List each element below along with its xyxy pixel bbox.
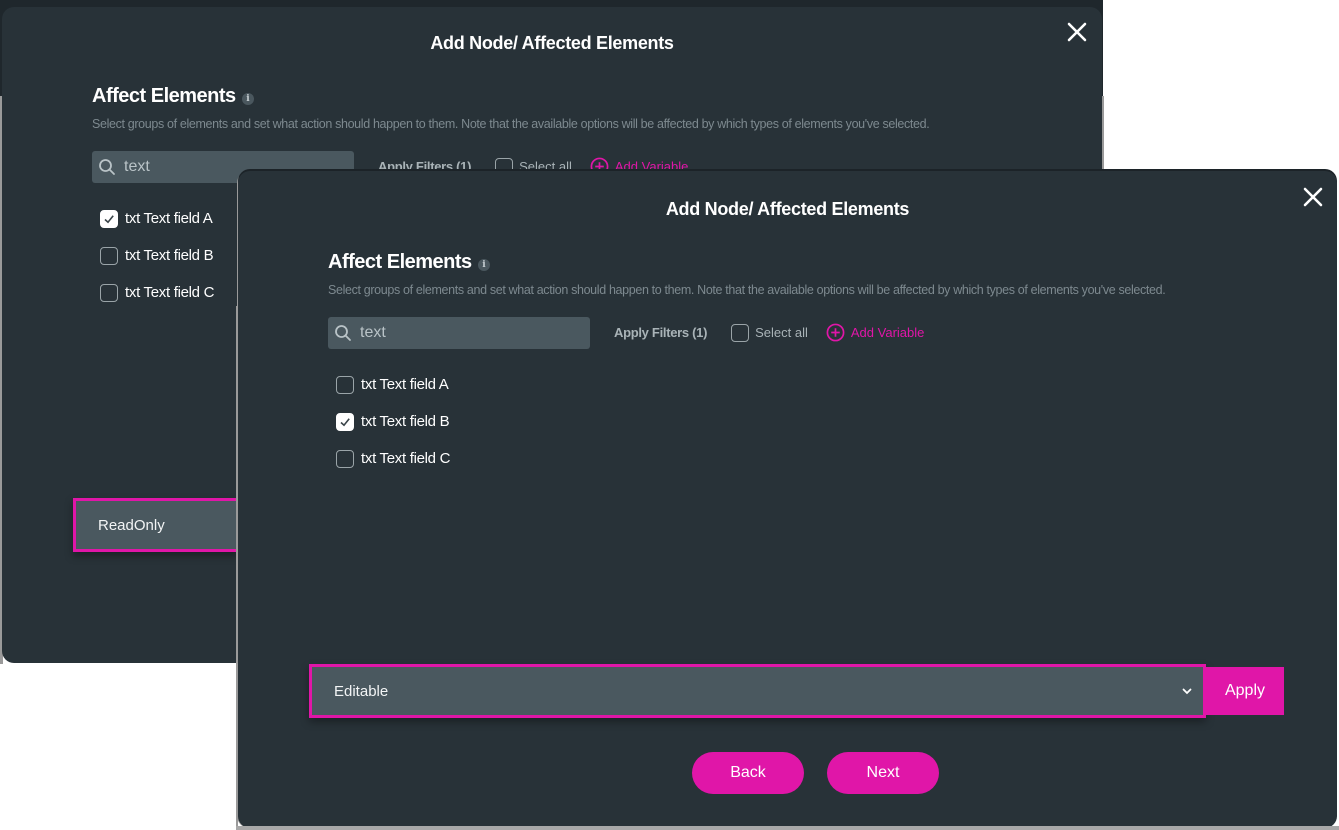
list-item-label: txt Text field A [361, 376, 449, 393]
section-title-text: Affect Elements [328, 251, 472, 273]
action-select[interactable]: Editable [309, 664, 1206, 718]
screen: Add Node/ Affected Elements Affect Eleme… [0, 0, 1339, 830]
element-list: txt Text field A txt Text field B txt Te… [336, 366, 450, 477]
checkbox[interactable] [731, 323, 750, 342]
close-icon [1303, 187, 1323, 207]
action-select[interactable]: ReadOnly [73, 498, 239, 552]
close-button[interactable] [1302, 186, 1324, 208]
check-icon [104, 214, 114, 223]
next-button[interactable]: Next [827, 752, 939, 794]
back-button[interactable]: Back [692, 752, 804, 794]
chevron-down-icon [1182, 688, 1192, 695]
add-variable-label: Add Variable [850, 325, 925, 340]
apply-filters-button[interactable]: Apply Filters (1) [614, 325, 707, 340]
list-item-label: txt Text field A [125, 210, 213, 227]
dialog-title: Add Node/ Affected Elements [430, 33, 674, 53]
search-field[interactable] [328, 317, 590, 349]
action-select-value: ReadOnly [98, 516, 165, 534]
checkbox[interactable] [100, 283, 118, 302]
close-button[interactable] [1066, 21, 1088, 43]
check-icon [340, 417, 350, 426]
action-select-value: Editable [334, 682, 389, 700]
plus-circle-icon [826, 323, 845, 342]
checkbox-checked[interactable] [336, 412, 354, 431]
section-description: Select groups of elements and set what a… [92, 117, 930, 131]
list-item-label: txt Text field C [125, 284, 215, 301]
dialog-edge [236, 826, 1339, 830]
info-icon[interactable]: i [477, 258, 490, 271]
list-item[interactable]: txt Text field B [336, 403, 450, 440]
list-item-label: txt Text field B [361, 413, 450, 430]
info-icon[interactable]: i [241, 92, 254, 105]
section-title: Affect Elements i [328, 251, 490, 274]
list-item-label: txt Text field C [361, 450, 451, 467]
checkbox[interactable] [100, 246, 118, 265]
list-item[interactable]: txt Text field C [336, 440, 450, 477]
front-dialog: Add Node/ Affected Elements Affect Eleme… [238, 171, 1337, 828]
select-all-label: Select all [755, 325, 808, 340]
list-item-label: txt Text field B [125, 247, 214, 264]
add-variable-button[interactable]: Add Variable [826, 323, 924, 342]
close-icon [1067, 22, 1087, 42]
checkbox[interactable] [336, 449, 354, 468]
list-item[interactable]: txt Text field B [100, 237, 214, 274]
element-list: txt Text field A txt Text field B txt Te… [100, 200, 214, 311]
search-input[interactable] [360, 324, 560, 342]
toolbar: Apply Filters (1) Select all Add Variabl… [614, 323, 924, 342]
list-item[interactable]: txt Text field C [100, 274, 214, 311]
search-icon [99, 159, 115, 175]
section-title-text: Affect Elements [92, 85, 236, 107]
select-all-checkbox[interactable]: Select all [731, 323, 808, 342]
checkbox[interactable] [336, 375, 354, 394]
dialog-title: Add Node/ Affected Elements [665, 199, 910, 219]
list-item[interactable]: txt Text field A [100, 200, 214, 237]
checkbox-checked[interactable] [100, 209, 118, 228]
apply-button[interactable]: Apply [1206, 667, 1284, 715]
section-title: Affect Elements i [92, 85, 254, 108]
search-icon [335, 325, 351, 341]
list-item[interactable]: txt Text field A [336, 366, 450, 403]
section-description: Select groups of elements and set what a… [328, 283, 1166, 297]
